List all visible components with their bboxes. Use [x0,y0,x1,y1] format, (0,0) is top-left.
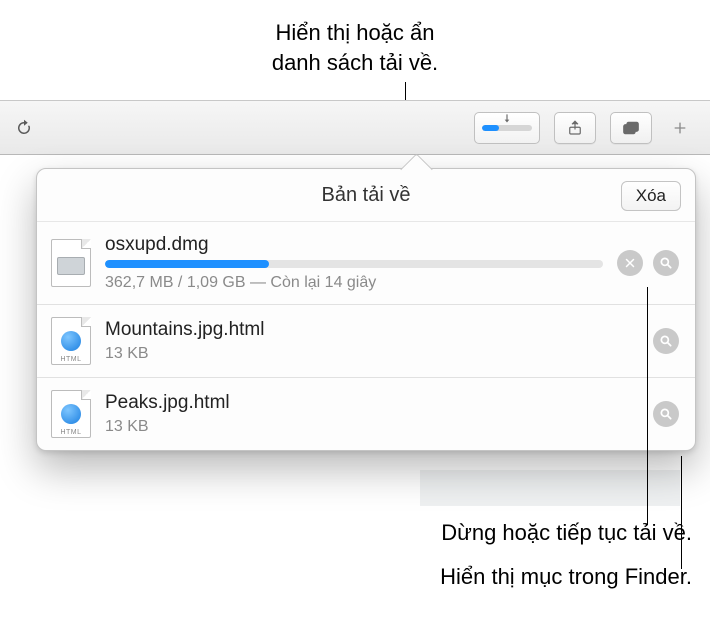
download-status: 362,7 MB / 1,09 GB — Còn lại 14 giây [105,274,603,292]
download-item: HTML Peaks.jpg.html 13 KB [37,377,695,450]
download-progress-fill [105,260,269,268]
reveal-in-finder-button[interactable] [653,250,679,276]
callout-leader-line [681,456,682,569]
downloads-button[interactable] [474,112,540,144]
download-item: HTML Mountains.jpg.html 13 KB [37,304,695,377]
reveal-in-finder-button[interactable] [653,328,679,354]
downloads-toolbar-progress-fill [482,125,499,131]
new-tab-button[interactable] [666,114,694,142]
popover-header: Bản tải về Xóa [37,169,695,221]
download-item: osxupd.dmg 362,7 MB / 1,09 GB — Còn lại … [37,221,695,304]
magnifier-icon [659,407,673,421]
callout-show-hide-downloads: Hiển thị hoặc ẩndanh sách tải về. [180,18,530,77]
reveal-in-finder-button[interactable] [653,401,679,427]
share-icon [566,119,584,137]
show-tabs-button[interactable] [610,112,652,144]
tabs-icon [621,120,641,136]
download-filename: Mountains.jpg.html [105,319,639,341]
downloads-popover: Bản tải về Xóa osxupd.dmg 362,7 MB / 1,0… [36,168,696,451]
callout-leader-line [647,287,648,525]
file-icon-html: HTML [51,390,91,438]
download-arrow-icon [500,112,514,126]
reload-button[interactable] [8,113,40,143]
close-icon [624,257,636,269]
share-button[interactable] [554,112,596,144]
downloads-toolbar-progress [482,125,532,131]
file-icon-dmg [51,239,91,287]
background-block [420,470,680,506]
downloads-list: osxupd.dmg 362,7 MB / 1,09 GB — Còn lại … [37,221,695,450]
callout-stop-resume: Dừng hoặc tiếp tục tải về. [441,520,692,546]
download-status: 13 KB [105,345,639,363]
magnifier-icon [659,334,673,348]
download-filename: osxupd.dmg [105,234,603,256]
plus-icon [672,120,688,136]
download-progress [105,260,603,268]
magnifier-icon [659,256,673,270]
stop-resume-button[interactable] [617,250,643,276]
clear-downloads-button[interactable]: Xóa [621,181,681,211]
popover-title: Bản tải về [322,184,411,207]
reload-icon [15,119,33,137]
download-status: 13 KB [105,418,639,436]
browser-toolbar [0,100,710,155]
file-icon-html: HTML [51,317,91,365]
download-filename: Peaks.jpg.html [105,392,639,414]
callout-show-in-finder: Hiển thị mục trong Finder. [440,564,692,590]
